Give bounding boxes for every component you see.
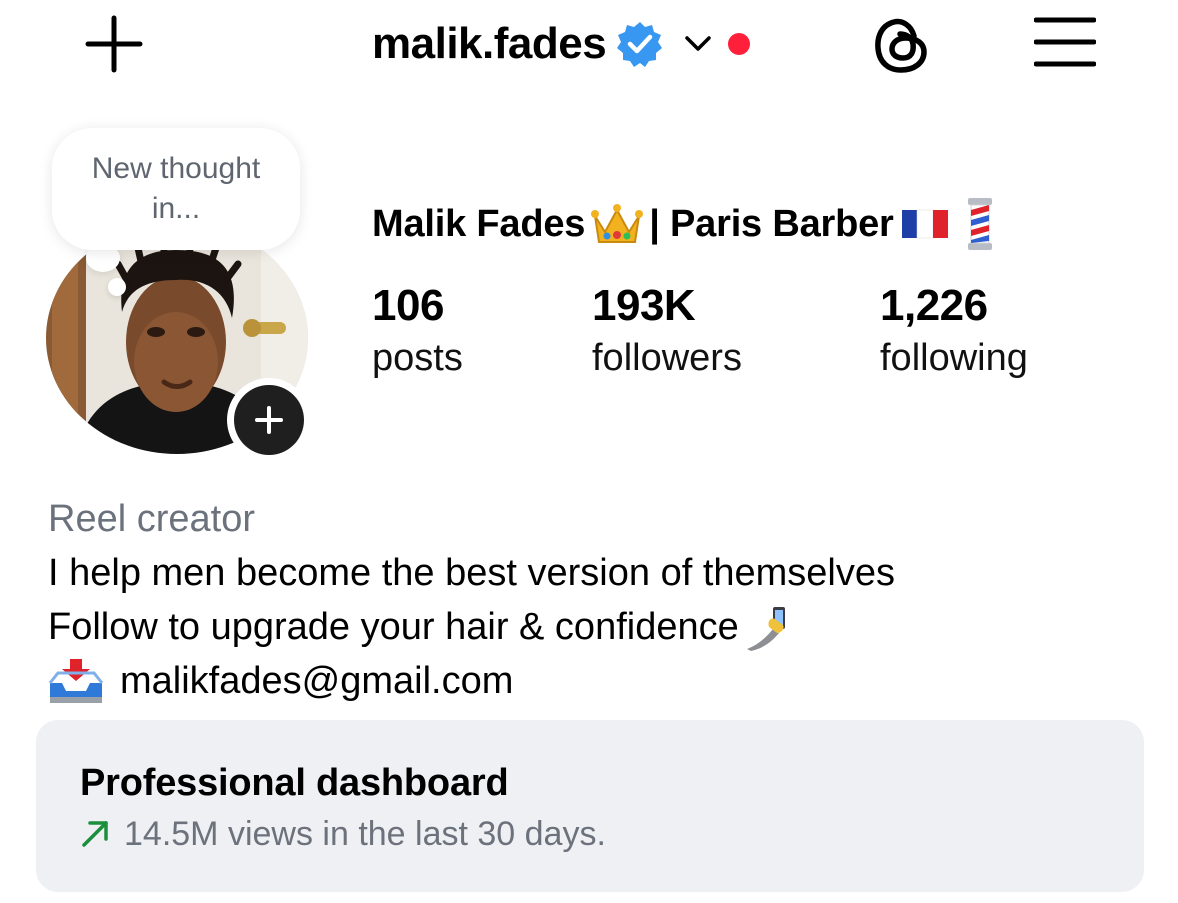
crown-icon — [591, 204, 644, 243]
verified-badge-icon — [617, 22, 663, 67]
bio: Reel creator I help men become the best … — [48, 492, 1148, 708]
trend-up-icon — [82, 821, 108, 847]
stat-posts[interactable]: 106 posts — [372, 280, 463, 384]
account-switcher[interactable]: malik.fades — [372, 14, 751, 74]
chevron-down-icon — [685, 36, 711, 51]
bio-line-1: I help men become the best version of th… — [48, 552, 896, 594]
stat-following[interactable]: 1,226 following — [880, 280, 1028, 384]
dashboard-title: Professional dashboard — [80, 762, 509, 804]
menu-icon[interactable] — [1034, 16, 1096, 68]
bio-line-2: Follow to upgrade your hair & confidence — [48, 606, 739, 648]
threads-icon[interactable] — [870, 14, 932, 76]
add-story-button[interactable] — [227, 378, 311, 462]
inbox-tray-icon — [48, 659, 104, 703]
following-count: 1,226 — [880, 281, 988, 330]
dashboard-subtitle: 14.5M views in the last 30 days. — [124, 815, 606, 853]
note-bubble-tail-small — [108, 278, 126, 296]
france-flag-icon — [901, 209, 948, 239]
email-link[interactable]: malikfades@gmail.com — [120, 654, 513, 708]
notification-dot — [728, 33, 751, 55]
bio-line-2-row: Follow to upgrade your hair & confidence — [48, 600, 1148, 654]
username: malik.fades — [372, 19, 607, 68]
full-name-suffix: | Paris Barber — [649, 202, 894, 245]
followers-label: followers — [592, 337, 742, 379]
top-bar: malik.fades — [0, 0, 1178, 90]
barber-pole-icon — [967, 198, 992, 250]
full-name-text: Malik Fades — [372, 202, 586, 245]
plus-icon[interactable] — [84, 14, 144, 74]
add-story-circle — [234, 385, 304, 455]
bio-email-row: malikfades@gmail.com — [48, 654, 1148, 708]
full-name: Malik Fades | Paris Barber — [372, 196, 1004, 252]
category-label: Reel creator — [48, 498, 255, 540]
add-icon — [255, 406, 283, 434]
dashboard-subtitle-row: 14.5M views in the last 30 days. — [80, 812, 606, 856]
note-bubble[interactable]: New thought in... — [52, 128, 300, 250]
note-text: New thought in... — [91, 152, 261, 225]
followers-count: 193K — [592, 281, 696, 330]
selfie-hand-icon — [746, 607, 785, 651]
posts-label: posts — [372, 337, 463, 379]
stat-followers[interactable]: 193K followers — [592, 280, 742, 384]
following-label: following — [880, 337, 1028, 379]
posts-count: 106 — [372, 281, 444, 330]
professional-dashboard-card[interactable]: Professional dashboard 14.5M views in th… — [36, 720, 1144, 892]
